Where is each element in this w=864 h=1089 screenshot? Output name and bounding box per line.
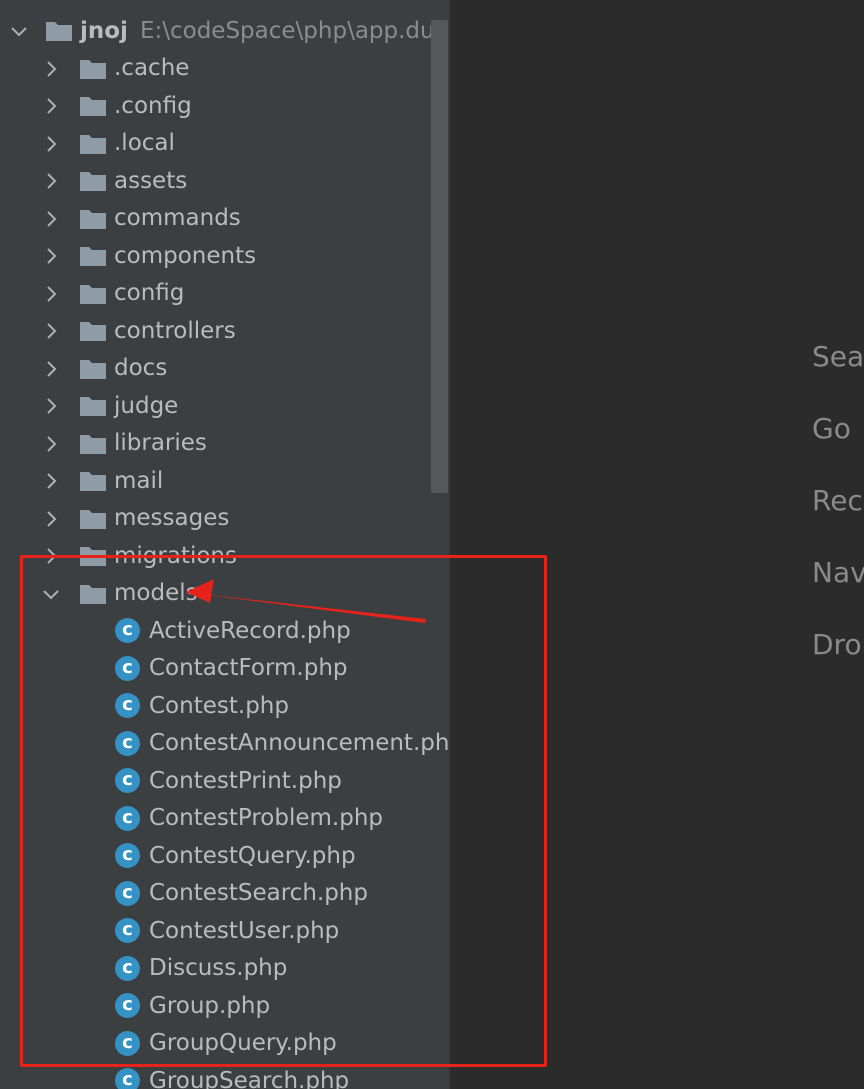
chevron-right-icon[interactable]	[40, 95, 62, 117]
chevron-right-icon[interactable]	[40, 433, 62, 455]
editor-hint-text: Go	[812, 412, 851, 445]
tree-folder-row[interactable]: .local	[0, 125, 451, 162]
folder-icon	[79, 320, 107, 342]
folder-icon	[79, 433, 107, 455]
chevron-right-icon[interactable]	[40, 470, 62, 492]
tree-folder-row[interactable]: judge	[0, 387, 451, 424]
folder-label: components	[114, 242, 257, 269]
tree-folder-row[interactable]: libraries	[0, 425, 451, 462]
tree-folder-row[interactable]: commands	[0, 200, 451, 237]
folder-icon	[45, 20, 73, 42]
tree-folder-row[interactable]: config	[0, 275, 451, 312]
vertical-scrollbar[interactable]	[431, 20, 448, 493]
folder-label: commands	[114, 205, 241, 231]
folder-label: config	[114, 280, 185, 306]
folder-icon	[79, 95, 107, 117]
root-folder-name: jnoj	[80, 17, 128, 44]
chevron-down-icon[interactable]	[8, 20, 30, 42]
folder-label: controllers	[114, 317, 236, 344]
chevron-right-icon[interactable]	[40, 395, 62, 417]
root-folder-path: E:\codeSpace\php\app.duil	[139, 17, 448, 44]
folder-label: .cache	[114, 55, 190, 81]
chevron-right-icon[interactable]	[40, 208, 62, 230]
folder-label: judge	[114, 392, 179, 419]
folder-icon	[79, 470, 107, 492]
annotation-arrow-icon	[186, 579, 426, 623]
folder-icon	[79, 395, 107, 417]
tree-folder-row[interactable]: controllers	[0, 312, 451, 349]
folder-label: .config	[114, 92, 192, 119]
chevron-right-icon[interactable]	[40, 358, 62, 380]
php-class-icon: c	[115, 1068, 140, 1089]
tree-folder-row[interactable]: .config	[0, 87, 451, 124]
chevron-right-icon[interactable]	[40, 133, 62, 155]
editor-hint-text: Sea	[812, 340, 864, 373]
folder-label: docs	[114, 355, 168, 381]
folder-icon	[79, 283, 107, 305]
folder-label: mail	[114, 467, 164, 494]
tree-root-label: jnoj E:\codeSpace\php\app.duil	[80, 18, 447, 44]
folder-label: assets	[114, 167, 188, 194]
folder-icon	[79, 58, 107, 80]
folder-icon	[79, 358, 107, 380]
folder-label: .local	[114, 130, 175, 156]
folder-label: messages	[114, 505, 230, 531]
file-label: GroupSearch.php	[149, 1067, 350, 1089]
tree-folder-row[interactable]: components	[0, 237, 451, 274]
tree-root-row[interactable]: jnoj E:\codeSpace\php\app.duil	[0, 12, 451, 49]
folder-icon	[79, 208, 107, 230]
folder-icon	[79, 170, 107, 192]
chevron-right-icon[interactable]	[40, 320, 62, 342]
folder-icon	[79, 133, 107, 155]
chevron-right-icon[interactable]	[40, 245, 62, 267]
folder-icon	[79, 245, 107, 267]
folder-label: libraries	[114, 430, 207, 456]
chevron-right-icon[interactable]	[40, 508, 62, 530]
chevron-right-icon[interactable]	[40, 58, 62, 80]
chevron-right-icon[interactable]	[40, 170, 62, 192]
folder-icon	[79, 508, 107, 530]
editor-hint-text: Rec	[812, 484, 863, 517]
tree-folder-row[interactable]: .cache	[0, 50, 451, 87]
tree-folder-row[interactable]: messages	[0, 500, 451, 537]
tree-folder-row[interactable]: mail	[0, 462, 451, 499]
editor-hint-text: Dro	[812, 628, 862, 661]
tree-folder-row[interactable]: docs	[0, 350, 451, 387]
editor-hint-text: Nav	[812, 556, 864, 589]
chevron-right-icon[interactable]	[40, 283, 62, 305]
tree-folder-row[interactable]: assets	[0, 162, 451, 199]
